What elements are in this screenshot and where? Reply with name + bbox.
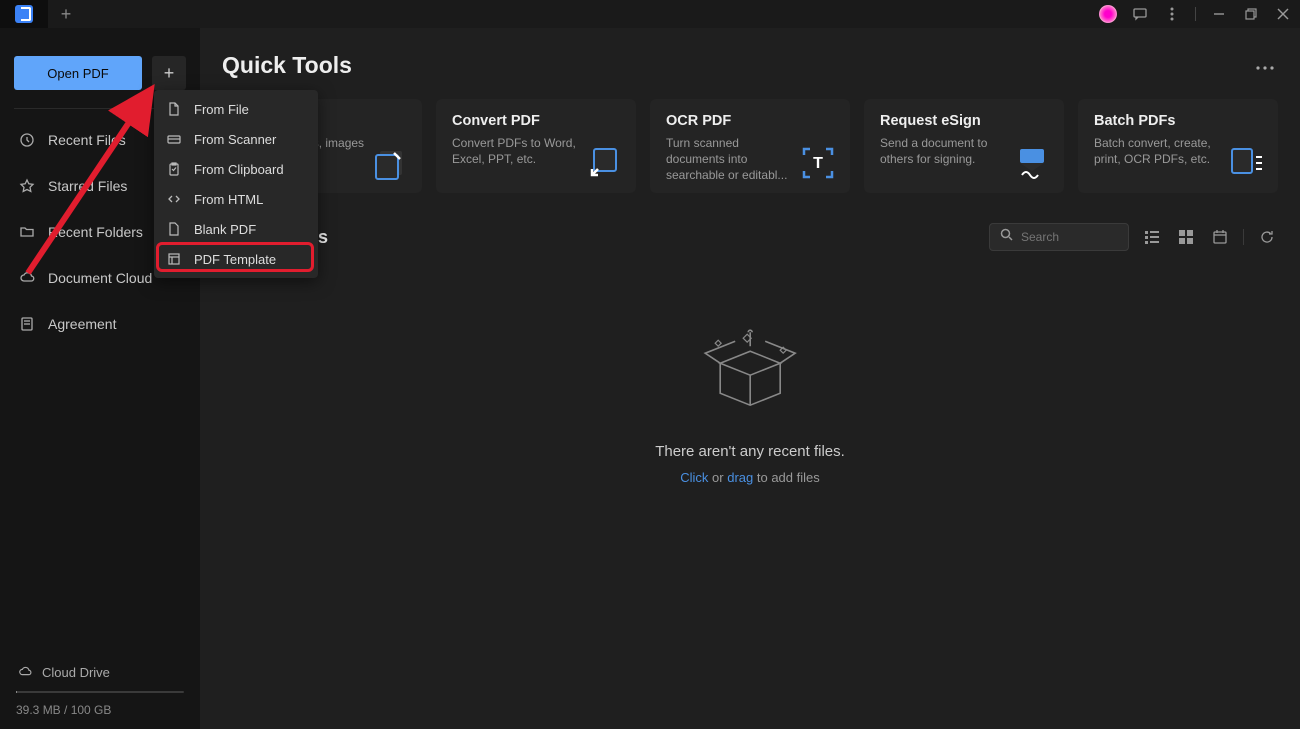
search-box[interactable] [989,223,1129,251]
dropdown-from-clipboard[interactable]: From Clipboard [154,154,318,184]
dropdown-blank-pdf[interactable]: Blank PDF [154,214,318,244]
document-icon [18,315,36,333]
blank-icon [166,221,182,237]
maximize-button[interactable] [1242,5,1260,23]
main-content: Quick Tools Create PDF Turn office files… [200,28,1300,729]
card-batch-pdfs[interactable]: Batch PDFs Batch convert, create, print,… [1078,99,1278,193]
clock-icon [18,131,36,149]
new-tab-button[interactable]: + [52,0,80,28]
comment-icon[interactable] [1131,5,1149,23]
cloud-icon [18,269,36,287]
svg-text:T: T [813,155,823,172]
close-button[interactable] [1274,5,1292,23]
page-title: Quick Tools [222,52,352,79]
open-pdf-button[interactable]: Open PDF [14,56,142,90]
card-request-esign[interactable]: Request eSign Send a document to others … [864,99,1064,193]
click-link[interactable]: Click [680,470,708,485]
calendar-view-button[interactable] [1209,226,1231,248]
clipboard-icon [166,161,182,177]
scanner-icon [166,131,182,147]
html-icon [166,191,182,207]
card-ocr-pdf[interactable]: OCR PDF Turn scanned documents into sear… [650,99,850,193]
create-dropdown: From File From Scanner From Clipboard Fr… [154,90,318,278]
create-plus-button[interactable]: + [152,56,186,90]
cloud-icon [16,663,34,681]
card-title: Request eSign [880,113,1012,129]
sidebar-item-label: Recent Folders [48,224,143,240]
star-icon [18,177,36,195]
empty-box-icon [685,308,815,418]
card-title: Batch PDFs [1094,113,1226,129]
convert-pdf-icon [584,143,624,183]
card-convert-pdf[interactable]: Convert PDF Convert PDFs to Word, Excel,… [436,99,636,193]
card-desc: Turn scanned documents into searchable o… [666,135,798,184]
dropdown-from-file[interactable]: From File [154,94,318,124]
sidebar-item-label: Starred Files [48,178,127,194]
ocr-icon: T [798,143,838,183]
search-input[interactable] [1021,230,1118,244]
folder-icon [18,223,36,241]
app-tab[interactable] [0,0,48,28]
file-icon [166,101,182,117]
esign-icon [1012,143,1052,183]
storage-bar [16,691,184,693]
sidebar-item-label: Document Cloud [48,270,152,286]
cloud-drive-label: Cloud Drive [42,665,110,680]
user-avatar[interactable] [1099,5,1117,23]
dropdown-label: PDF Template [194,252,276,267]
empty-line-1: There aren't any recent files. [655,443,845,460]
dropdown-label: From HTML [194,192,263,207]
grid-view-button[interactable] [1175,226,1197,248]
dropdown-label: Blank PDF [194,222,256,237]
sidebar-item-agreement[interactable]: Agreement [14,301,186,347]
minimize-button[interactable] [1210,5,1228,23]
dropdown-from-scanner[interactable]: From Scanner [154,124,318,154]
divider [1243,229,1244,245]
storage-text: 39.3 MB / 100 GB [14,703,186,717]
list-view-button[interactable] [1141,226,1163,248]
dropdown-label: From Scanner [194,132,276,147]
titlebar: + [0,0,1300,28]
kebab-menu-icon[interactable] [1163,5,1181,23]
dropdown-label: From File [194,102,249,117]
template-icon [166,251,182,267]
empty-state: There aren't any recent files. Click or … [655,308,845,485]
sidebar-item-label: Recent Files [48,132,126,148]
sidebar-item-label: Agreement [48,316,116,332]
dropdown-label: From Clipboard [194,162,284,177]
empty-line-2: Click or drag to add files [655,470,845,485]
refresh-button[interactable] [1256,226,1278,248]
card-title: OCR PDF [666,113,798,129]
dropdown-pdf-template[interactable]: PDF Template [154,244,318,274]
search-icon [1000,228,1013,246]
drag-link[interactable]: drag [727,470,753,485]
create-pdf-icon [370,143,410,183]
cloud-drive[interactable]: Cloud Drive [14,657,186,687]
divider [1195,7,1196,21]
batch-icon [1226,143,1266,183]
app-logo-icon [15,5,33,23]
dropdown-from-html[interactable]: From HTML [154,184,318,214]
card-title: Convert PDF [452,113,584,129]
card-desc: Convert PDFs to Word, Excel, PPT, etc. [452,135,584,167]
more-icon[interactable] [1252,53,1278,79]
card-desc: Send a document to others for signing. [880,135,1012,167]
card-desc: Batch convert, create, print, OCR PDFs, … [1094,135,1226,167]
